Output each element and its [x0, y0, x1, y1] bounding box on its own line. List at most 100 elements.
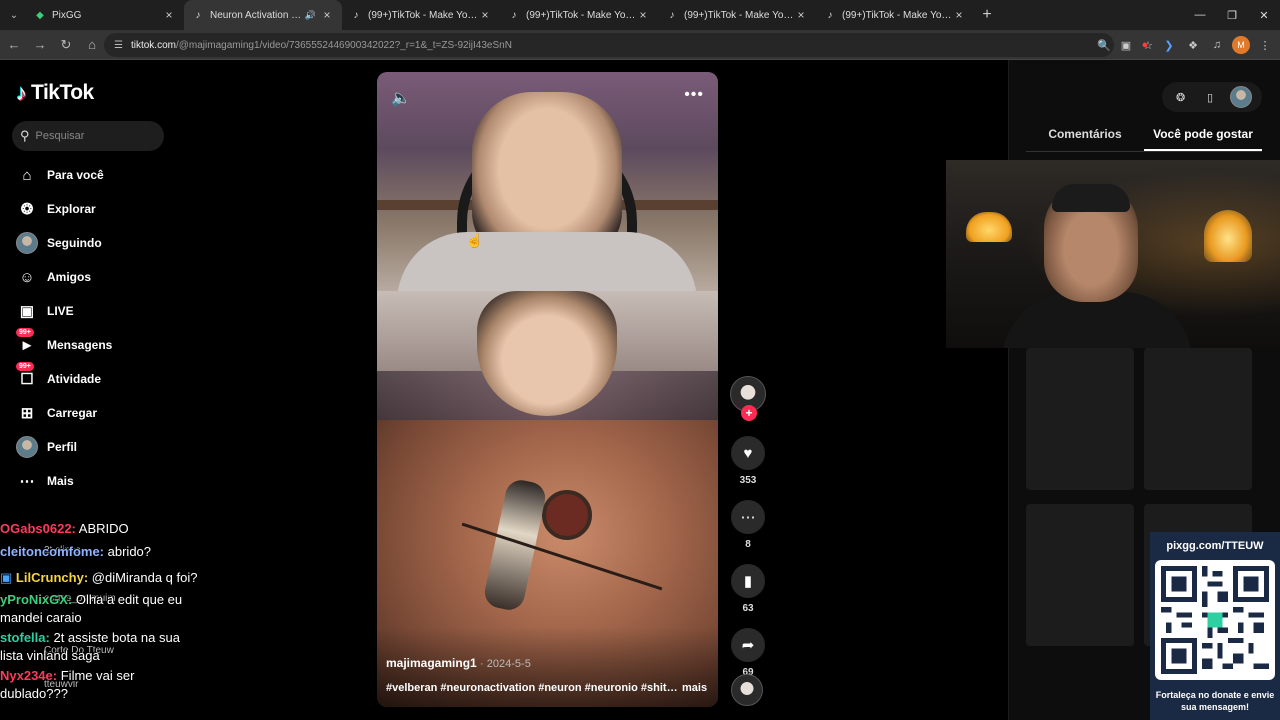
search-bar[interactable]: ⚲ — [12, 121, 164, 151]
audio-playing-icon[interactable]: 🔊 — [305, 10, 316, 21]
volume-icon[interactable]: 🔈 — [391, 88, 411, 108]
chat-username: stofella: — [0, 630, 50, 645]
video-actions: + ♥ 353 ⋯ 8 ▮ 63 ➦ 69 — [729, 376, 767, 678]
url-host: tiktok.com — [130, 39, 176, 51]
donation-site: pixgg.com/TTEUW — [1166, 540, 1264, 552]
close-tab-icon[interactable]: × — [320, 8, 334, 22]
sidebar-item-amigos[interactable]: ☺ Amigos — [14, 260, 194, 294]
tab-title: (99+)TikTok - Make Your Day — [842, 9, 952, 21]
browser-menu-icon[interactable]: ⋮ — [1256, 36, 1274, 54]
chat-text: ABRIDO — [78, 521, 129, 536]
sidebar-item-label: Perfil — [47, 440, 78, 454]
close-tab-icon[interactable]: × — [636, 8, 650, 22]
comment-icon[interactable]: ⋯ — [731, 500, 765, 534]
comment-action[interactable]: ⋯ 8 — [729, 500, 767, 550]
compass-small-icon[interactable]: ❂ — [1172, 88, 1190, 106]
sidebar-item-carregar[interactable]: ⊞ Carregar — [14, 396, 194, 430]
sidebar-item-label: Seguindo — [47, 236, 102, 250]
home-button-icon[interactable]: ⌂ — [80, 33, 104, 57]
sidebar-item-seguindo[interactable]: Seguindo — [14, 226, 194, 260]
chat-message: ▣ LilCrunchy: @diMiranda q foi? — [0, 569, 200, 587]
sidebar-item-mais[interactable]: ⋯ Mais — [14, 464, 194, 498]
close-tab-icon[interactable]: × — [794, 8, 808, 22]
install-app-icon[interactable]: ▣ — [1118, 37, 1134, 53]
minimize-icon[interactable]: — — [1184, 0, 1216, 30]
sidebar-item-para-voce[interactable]: ⌂ Para você — [14, 158, 194, 192]
streamer-webcam-overlay — [946, 160, 1280, 348]
video-player[interactable]: 🔈 ••• majimagaming1 · 2024-5-5 #velberan… — [377, 72, 718, 707]
close-tab-icon[interactable]: × — [162, 8, 176, 22]
reload-icon[interactable]: ↻ — [54, 33, 78, 57]
user-avatar[interactable] — [1230, 86, 1253, 108]
media-controls-icon[interactable]: ♫ — [1208, 36, 1226, 54]
sidebar-item-label: Carregar — [47, 406, 98, 420]
tab-title: Neuron Activation Memes — [210, 9, 305, 21]
back-icon[interactable]: ← — [2, 33, 26, 57]
notification-badge: 99+ — [16, 328, 34, 337]
hand-cursor-icon: ☝ — [466, 232, 484, 248]
follow-plus-icon[interactable]: + — [741, 405, 757, 421]
share-action[interactable]: ➦ 69 — [729, 628, 767, 678]
zoom-icon[interactable]: 🔍 — [1096, 37, 1112, 53]
tab-voce-pode-gostar[interactable]: Você pode gostar — [1144, 126, 1262, 151]
extension-red-icon[interactable]: ● — [1136, 36, 1154, 54]
video-frame-top — [377, 72, 718, 302]
video-frame-middle — [377, 291, 718, 420]
share-arrow-icon[interactable]: ➦ — [731, 628, 765, 662]
sidebar-item-explorar[interactable]: ❂ Explorar — [14, 192, 194, 226]
browser-tab-2[interactable]: ♪ (99+)TikTok - Make Your Day × — [342, 0, 500, 30]
messages-icon: ► 99+ — [14, 328, 40, 356]
search-icon: ⚲ — [20, 128, 30, 143]
bookmark-icon[interactable]: ▮ — [731, 564, 765, 598]
site-info-icon[interactable]: ☰ — [114, 40, 123, 51]
extensions-puzzle-icon[interactable]: ❖ — [1184, 36, 1202, 54]
heart-icon[interactable]: ♥ — [731, 436, 765, 470]
suggested-video-thumb[interactable] — [1144, 348, 1252, 490]
right-tabs: Comentários Você pode gostar — [1026, 126, 1262, 152]
save-action[interactable]: ▮ 63 — [729, 564, 767, 614]
close-tab-icon[interactable]: × — [478, 8, 492, 22]
tab-search-menu-icon[interactable]: ⌄ — [2, 3, 26, 27]
browser-tab-4[interactable]: ♪ (99+)TikTok - Make Your Day × — [658, 0, 816, 30]
restore-icon[interactable]: ❐ — [1216, 0, 1248, 30]
new-tab-button[interactable]: + — [974, 6, 1000, 24]
suggested-video-thumb[interactable] — [1026, 348, 1134, 490]
chat-text: @diMiranda q foi? — [91, 570, 198, 585]
creator-avatar[interactable]: + — [730, 376, 766, 421]
sidebar-item-atividade[interactable]: ☐ 99+ Atividade — [14, 362, 194, 396]
tab-comentarios[interactable]: Comentários — [1026, 126, 1144, 151]
browser-tab-3[interactable]: ♪ (99+)TikTok - Make Your Day × — [500, 0, 658, 30]
sidebar-item-perfil[interactable]: Perfil — [14, 430, 194, 464]
author-name[interactable]: majimagaming1 — [386, 656, 477, 670]
mobile-icon[interactable]: ▯ — [1201, 88, 1219, 106]
more-options-icon[interactable]: ••• — [684, 86, 704, 104]
browser-tab-1[interactable]: ♪ Neuron Activation Memes 🔊 × — [184, 0, 342, 30]
tiktok-icon: ♪ — [195, 9, 201, 21]
browser-tab-0[interactable]: ◆ PixGG × — [26, 0, 184, 30]
sidebar-item-mensagens[interactable]: ► 99+ Mensagens — [14, 328, 194, 362]
browser-toolbar: ← → ↻ ⌂ ☰ tiktok.com/@majimagaming1/vide… — [0, 30, 1280, 60]
chat-badge-icon: ▣ — [0, 570, 13, 585]
video-date: 2024-5-5 — [486, 658, 531, 670]
expand-description-link[interactable]: mais — [682, 682, 707, 694]
address-bar[interactable]: ☰ tiktok.com/@majimagaming1/video/736555… — [104, 33, 1114, 57]
tiktok-logo[interactable]: ♪ TikTok — [16, 80, 94, 106]
close-tab-icon[interactable]: × — [952, 8, 966, 22]
forward-icon[interactable]: → — [28, 33, 52, 57]
profile-avatar-icon[interactable]: M — [1232, 36, 1250, 54]
close-window-icon[interactable]: ✕ — [1248, 0, 1280, 30]
chat-username: OGabs0622: — [0, 521, 76, 536]
search-input[interactable] — [35, 130, 146, 142]
browser-tab-5[interactable]: ♪ (99+)TikTok - Make Your Day × — [816, 0, 974, 30]
suggested-video-thumb[interactable] — [1026, 504, 1134, 646]
tab-title: (99+)TikTok - Make Your Day — [368, 9, 478, 21]
video-author[interactable]: majimagaming1 · 2024-5-5 — [386, 656, 531, 670]
like-action[interactable]: ♥ 353 — [729, 436, 767, 486]
save-count: 63 — [742, 603, 754, 614]
top-right-controls: ❂ ▯ — [1162, 82, 1262, 112]
sidebar-item-live[interactable]: ▣ LIVE — [14, 294, 194, 328]
music-disc-avatar[interactable] — [731, 674, 763, 706]
chat-message: yProNixGX: Olha a edit que eu mandei car… — [0, 591, 200, 627]
extension-audio-icon[interactable]: ❯ — [1160, 36, 1178, 54]
tiktok-icon: ♪ — [511, 9, 517, 21]
